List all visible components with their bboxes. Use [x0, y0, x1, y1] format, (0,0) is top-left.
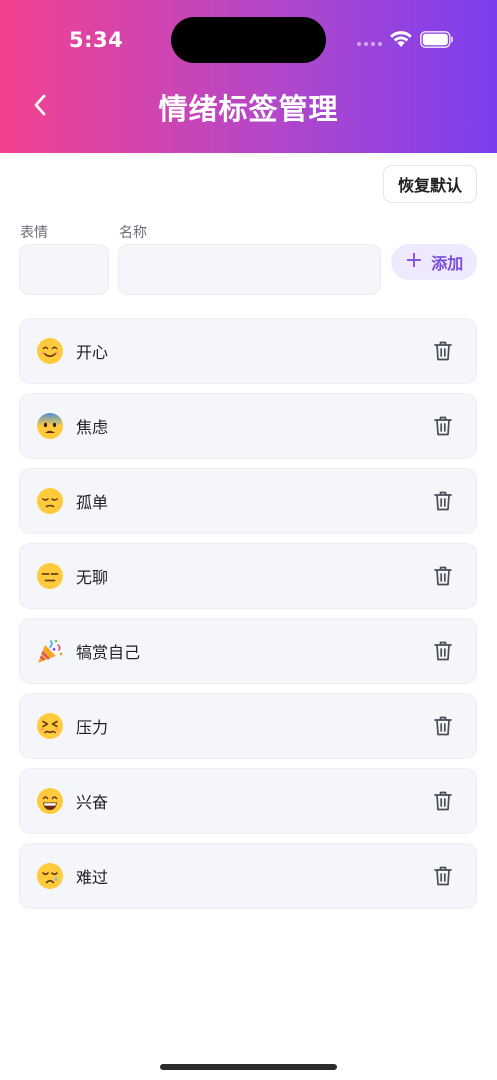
crying-face-icon	[37, 863, 63, 889]
tag-label: 兴奋	[76, 793, 109, 812]
tag-item[interactable]: 难过	[19, 843, 477, 909]
delete-button[interactable]	[430, 638, 456, 664]
delete-button[interactable]	[430, 713, 456, 739]
add-button[interactable]: + 添加	[391, 244, 477, 280]
wifi-icon	[390, 31, 412, 47]
tag-label: 开心	[76, 343, 109, 362]
name-field-label: 名称	[119, 225, 147, 241]
screen: 5:34 情绪标签管理 恢复默认 表情 名称 + 添加 开心 焦虑 孤单 无聊 …	[0, 0, 497, 1080]
persevering-face-icon	[37, 713, 63, 739]
delete-button[interactable]	[430, 488, 456, 514]
emoji-input-box	[19, 244, 109, 295]
page-title: 情绪标签管理	[158, 92, 339, 126]
tag-item[interactable]: 开心	[19, 318, 477, 384]
tag-item[interactable]: 焦虑	[19, 393, 477, 459]
name-input-box	[118, 244, 381, 295]
tag-label: 无聊	[76, 568, 109, 587]
trash-icon	[434, 566, 452, 586]
status-time: 5:34	[69, 28, 124, 52]
trash-icon	[434, 716, 452, 736]
header-bar: 5:34 情绪标签管理	[0, 0, 497, 153]
cellular-signal-icon	[357, 42, 382, 46]
battery-icon	[420, 31, 453, 48]
dynamic-island	[171, 17, 326, 63]
tag-item[interactable]: 无聊	[19, 543, 477, 609]
delete-button[interactable]	[430, 863, 456, 889]
grinning-face-icon	[37, 788, 63, 814]
tag-list: 开心 焦虑 孤单 无聊 犒赏自己 压力 兴奋 难过	[19, 318, 477, 918]
tag-item[interactable]: 压力	[19, 693, 477, 759]
expressionless-face-icon	[37, 563, 63, 589]
trash-icon	[434, 791, 452, 811]
delete-button[interactable]	[430, 563, 456, 589]
anxious-face-icon	[37, 413, 63, 439]
plus-icon: +	[404, 248, 424, 273]
tag-item[interactable]: 孤单	[19, 468, 477, 534]
tag-label: 焦虑	[76, 418, 109, 437]
tag-item[interactable]: 犒赏自己	[19, 618, 477, 684]
delete-button[interactable]	[430, 338, 456, 364]
tag-item[interactable]: 兴奋	[19, 768, 477, 834]
tag-label: 压力	[76, 718, 109, 737]
delete-button[interactable]	[430, 788, 456, 814]
trash-icon	[434, 341, 452, 361]
emoji-field-label: 表情	[20, 225, 48, 241]
trash-icon	[434, 491, 452, 511]
home-indicator[interactable]	[160, 1064, 337, 1070]
trash-icon	[434, 641, 452, 661]
pensive-face-icon	[37, 488, 63, 514]
tag-label: 犒赏自己	[76, 643, 141, 662]
trash-icon	[434, 416, 452, 436]
delete-button[interactable]	[430, 413, 456, 439]
name-input[interactable]	[119, 245, 380, 294]
trash-icon	[434, 866, 452, 886]
party-popper-icon	[38, 639, 63, 663]
reset-default-button[interactable]: 恢复默认	[383, 165, 477, 203]
tag-label: 难过	[76, 868, 109, 887]
smiling-face-icon	[37, 338, 63, 364]
tag-label: 孤单	[76, 493, 109, 512]
add-button-label: 添加	[431, 254, 464, 273]
emoji-input[interactable]	[20, 245, 108, 294]
